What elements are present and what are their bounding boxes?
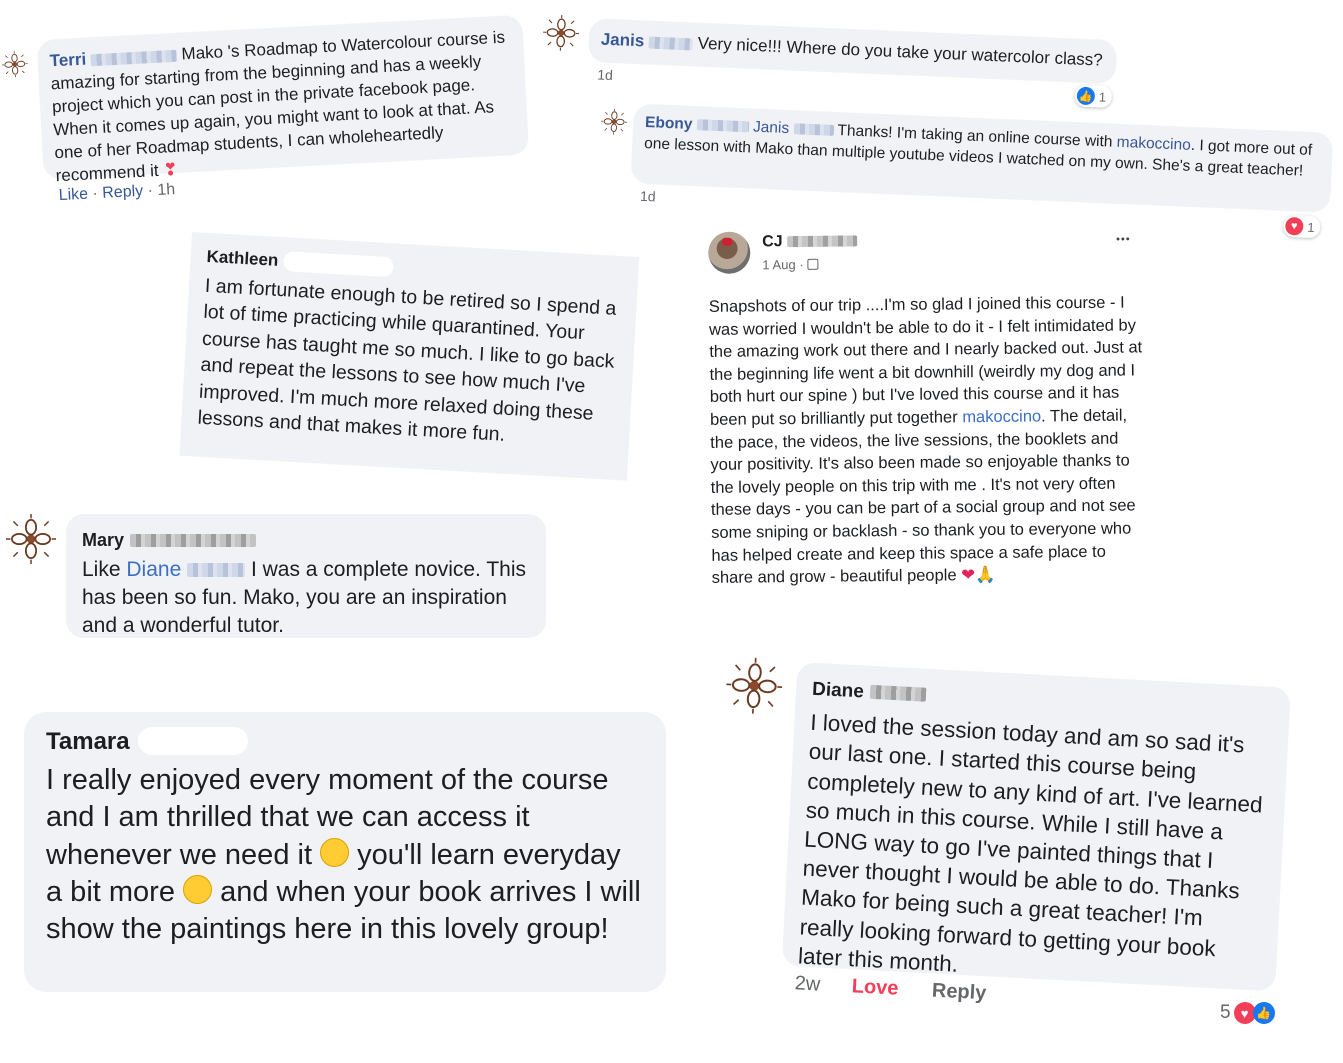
reaction-count[interactable]: 👍 1	[1074, 84, 1113, 109]
comment-time: 1h	[156, 181, 176, 199]
love-icon: ♥	[1284, 216, 1304, 236]
flower-avatar-icon[interactable]	[1, 50, 29, 78]
redacted-surname	[869, 684, 927, 702]
comment-bubble: Diane I loved the session today and am s…	[781, 661, 1291, 992]
smile-emoji-icon	[320, 838, 350, 868]
love-link[interactable]: Love	[851, 975, 899, 999]
redacted-surname	[648, 36, 694, 50]
comment-text: Like	[82, 558, 121, 581]
like-icon: 👍	[1076, 86, 1096, 106]
flower-avatar-icon[interactable]	[6, 514, 56, 564]
globe-icon	[807, 258, 819, 270]
poster-name[interactable]: CJ	[762, 233, 783, 250]
comment-time: 2w	[794, 972, 821, 996]
comment-bubble: Kathleen I am fortunate enough to be ret…	[179, 232, 640, 481]
commenter-name[interactable]: Ebony	[645, 114, 693, 133]
flower-avatar-icon[interactable]	[542, 14, 580, 52]
comment-bubble: Janis Very nice!!! Where do you take you…	[587, 18, 1118, 85]
redacted-surname	[696, 119, 749, 133]
comment-bubble: Ebony Janis Thanks! I'm taking an online…	[630, 103, 1334, 213]
post-date[interactable]: 1 Aug	[762, 257, 795, 272]
comment-terri: Terri Mako 's Roadmap to Watercolour cou…	[0, 2, 549, 220]
reply-link[interactable]: Reply	[931, 979, 987, 1004]
redacted-surname	[283, 251, 395, 278]
comment-kathleen: Kathleen I am fortunate enough to be ret…	[179, 232, 652, 497]
comment-mary: Mary Like Diane I was a complete novice.…	[0, 508, 560, 648]
comment-bubble: Terri Mako 's Roadmap to Watercolour cou…	[36, 14, 530, 185]
like-link[interactable]: Like	[58, 186, 88, 205]
mention-link[interactable]: makoccino	[962, 407, 1041, 426]
comment-text: I loved the session today and am so sad …	[797, 709, 1264, 977]
tagged-user[interactable]: Diane	[126, 558, 181, 581]
flower-avatar-icon[interactable]	[724, 656, 784, 716]
like-icon: 👍	[1252, 1002, 1275, 1024]
post-cj: CJ 1 Aug · ••• Snapshots of our trip ...…	[700, 223, 1164, 648]
comment-text: Mako 's Roadmap to Watercolour course is…	[50, 27, 506, 186]
comment-time: 1d	[639, 187, 656, 205]
commenter-name[interactable]: Tamara	[46, 728, 130, 755]
comment-bubble: Mary Like Diane I was a complete novice.…	[66, 514, 546, 638]
comment-time: 1d	[597, 66, 614, 84]
avatar[interactable]	[708, 231, 751, 274]
reaction-count[interactable]: ♥ 1	[1282, 214, 1321, 239]
redacted-surname	[786, 235, 858, 248]
reply-link[interactable]: Reply	[102, 183, 144, 202]
commenter-name[interactable]: Terri	[49, 50, 86, 71]
comment-text: I am fortunate enough to be retired so I…	[197, 274, 617, 446]
heart-emoji-icon: ❤🙏	[961, 566, 996, 585]
post-text: Snapshots of our trip ....I'm so glad I …	[708, 293, 1143, 588]
comment-text: Very nice!!! Where do you take your wate…	[697, 33, 1104, 70]
wink-emoji-icon	[183, 875, 213, 905]
mention-link[interactable]: makoccino	[1116, 134, 1191, 154]
flower-avatar-icon[interactable]	[600, 108, 628, 136]
commenter-name[interactable]: Diane	[812, 679, 865, 703]
commenter-name[interactable]: Janis	[600, 30, 644, 51]
redacted-surname	[90, 49, 178, 66]
redacted-surname	[793, 123, 834, 137]
commenter-name[interactable]: Mary	[82, 530, 124, 550]
redacted-surname	[187, 563, 246, 578]
heart-emoji-icon: ❣	[162, 159, 179, 180]
comment-tamara: Tamara I really enjoyed every moment of …	[24, 712, 666, 992]
reaction-count[interactable]: 5 ♥ 👍	[1220, 1002, 1275, 1024]
tagged-user[interactable]: Janis	[753, 119, 790, 138]
redacted-surname	[129, 533, 256, 547]
commenter-name[interactable]: Kathleen	[206, 247, 279, 270]
redacted-surname	[137, 727, 248, 756]
more-icon[interactable]: •••	[1116, 233, 1131, 245]
comment-text: I really enjoyed every moment of the cou…	[46, 764, 641, 946]
